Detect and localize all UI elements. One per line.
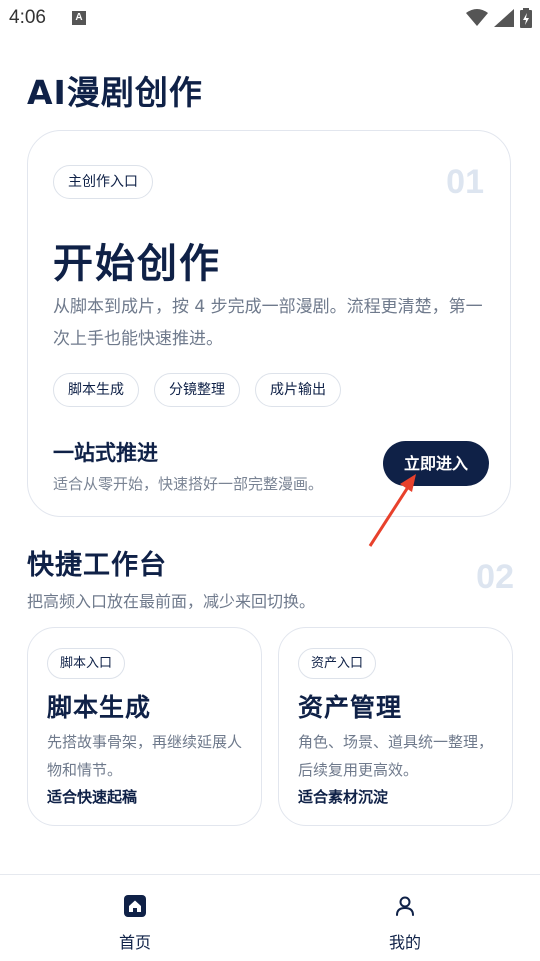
home-icon [124,895,146,917]
bottom-navigation: 首页 我的 [0,874,540,961]
nav-profile-label: 我的 [388,933,421,952]
tag-final-output[interactable]: 成片输出 [255,373,341,407]
signal-icon [494,9,514,27]
nav-home[interactable]: 首页 [0,875,270,961]
section-number: 02 [476,558,514,596]
tag-script-generation[interactable]: 脚本生成 [53,373,139,407]
card-title: 脚本生成 [47,693,152,722]
start-creation-card[interactable]: 主创作入口 01 开始创作 从脚本到成片，按 4 步完成一部漫剧。流程更清楚，第… [27,130,511,517]
asset-entry-chip: 资产入口 [298,648,377,679]
page-title: AI漫剧创作 [27,73,203,112]
quick-workbench-description: 把高频入口放在最前面，减少来回切换。 [27,592,316,611]
notification-a-icon: A [72,11,86,25]
status-icons [466,8,532,28]
section-number: 01 [446,163,484,201]
quick-workbench-title: 快捷工作台 [27,550,167,581]
annotation-arrow-icon [368,474,416,547]
status-bar: 4:06 A [0,0,540,38]
battery-icon [520,8,532,28]
nav-home-label: 首页 [118,933,151,952]
script-generation-card[interactable]: 脚本入口 脚本生成 先搭故事骨架，再继续延展人物和情节。 适合快速起稿 [27,627,262,826]
user-icon [396,896,414,916]
card-title: 资产管理 [298,693,403,722]
script-entry-chip: 脚本入口 [47,648,126,679]
main-entry-chip: 主创作入口 [53,165,153,199]
hero-title: 开始创作 [53,241,221,287]
status-time: 4:06 [9,7,46,28]
tag-storyboard[interactable]: 分镜整理 [154,373,240,407]
card-tag: 适合快速起稿 [47,788,138,806]
wifi-icon [466,9,488,26]
one-stop-title: 一站式推进 [53,441,158,465]
card-description: 角色、场景、道具统一整理，后续复用更高效。 [298,733,494,779]
nav-profile[interactable]: 我的 [270,875,540,961]
asset-management-card[interactable]: 资产入口 资产管理 角色、场景、道具统一整理，后续复用更高效。 适合素材沉淀 [278,627,513,826]
one-stop-description: 适合从零开始，快速搭好一部完整漫画。 [53,475,324,493]
card-description: 先搭故事骨架，再继续延展人物和情节。 [47,733,243,779]
card-tag: 适合素材沉淀 [298,788,389,806]
hero-description: 从脚本到成片，按 4 步完成一部漫剧。流程更清楚，第一次上手也能快速推进。 [53,297,483,349]
